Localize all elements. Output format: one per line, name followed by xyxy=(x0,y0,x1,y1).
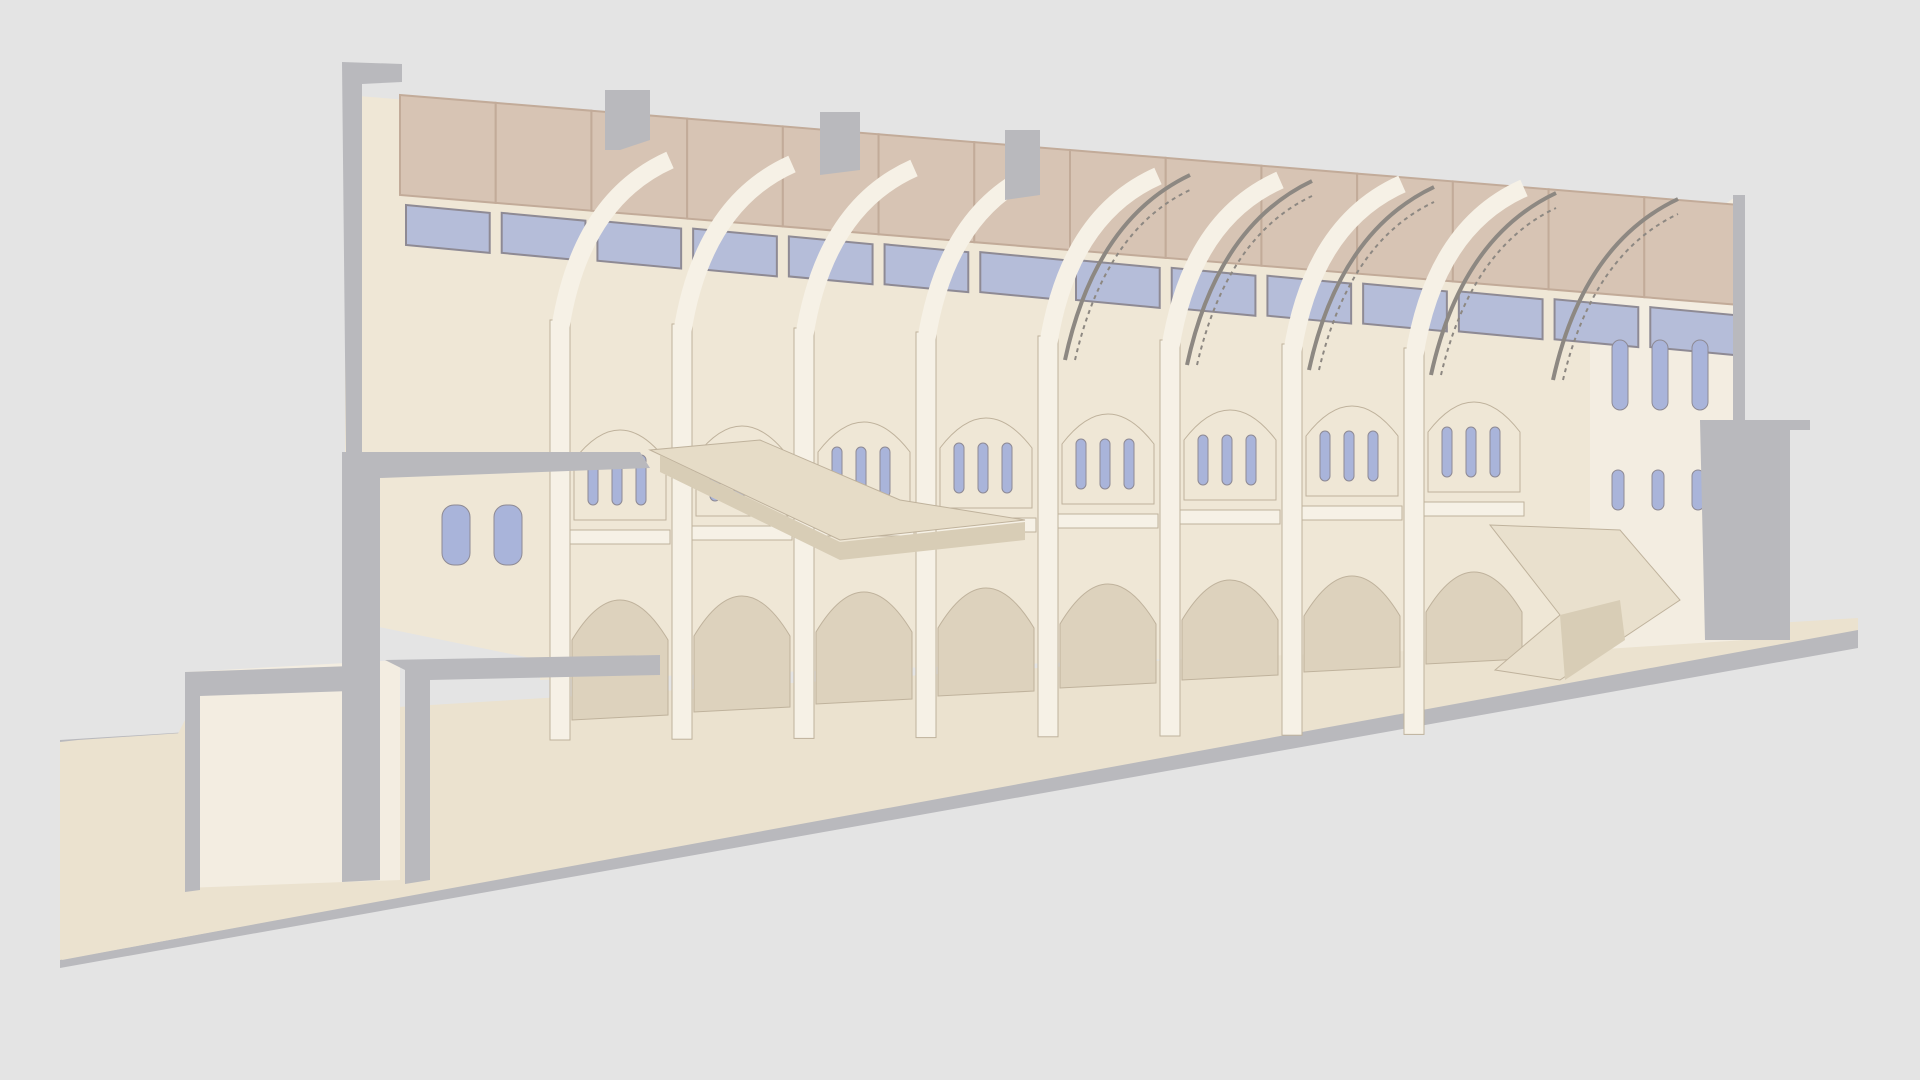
gallery-window xyxy=(1245,434,1257,486)
gallery-window xyxy=(1221,434,1233,486)
tower-window xyxy=(1651,339,1669,411)
gallery-window xyxy=(977,442,989,494)
ceiling-coffer xyxy=(399,93,497,204)
ceiling-coffer xyxy=(1643,196,1741,307)
skylight-pane xyxy=(1457,290,1544,341)
room-window xyxy=(441,504,471,566)
balustrade xyxy=(1179,509,1281,525)
tower-window xyxy=(1651,469,1665,511)
gallery-window xyxy=(1197,434,1209,486)
gallery-window xyxy=(1343,430,1355,482)
pier-column xyxy=(1159,339,1181,737)
gallery-window xyxy=(1001,442,1013,494)
gallery-window xyxy=(879,446,891,498)
balustrade xyxy=(569,529,671,545)
pier-column xyxy=(1037,335,1059,738)
gallery-window xyxy=(1075,438,1087,490)
ceiling-coffer xyxy=(494,101,593,212)
balustrade xyxy=(1057,513,1159,529)
gallery-window xyxy=(1465,426,1477,478)
pier-column xyxy=(1403,347,1425,735)
tower-window xyxy=(1611,469,1625,511)
gallery-window xyxy=(953,442,965,494)
balustrade xyxy=(1423,501,1525,517)
gallery-window xyxy=(1319,430,1331,482)
gallery-window xyxy=(1489,426,1501,478)
gallery-window xyxy=(1099,438,1111,490)
gallery-window xyxy=(1441,426,1453,478)
ceiling-coffer xyxy=(1547,188,1646,299)
balustrade xyxy=(1301,505,1403,521)
gallery-window xyxy=(1123,438,1135,490)
tower-window xyxy=(1611,339,1629,411)
skylight-pane xyxy=(405,203,491,254)
model-viewport[interactable] xyxy=(0,0,1920,1080)
pier-column xyxy=(1281,343,1303,736)
skylight-pane xyxy=(596,219,683,270)
gallery-window xyxy=(1367,430,1379,482)
room-window xyxy=(493,504,523,566)
pier-column xyxy=(671,323,693,740)
tower-window xyxy=(1691,339,1709,411)
skylight-pane xyxy=(1553,298,1640,349)
